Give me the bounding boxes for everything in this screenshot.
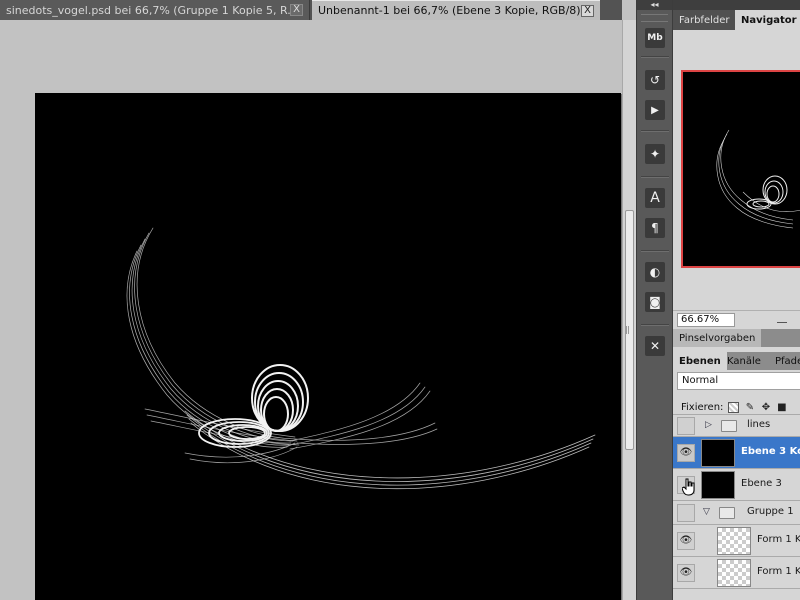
panel-dock-header — [673, 0, 800, 10]
zoom-input[interactable]: 66.67% — [677, 313, 735, 327]
document-tab-bar: sinedots_vogel.psd bei 66,7% (Gruppe 1 K… — [0, 0, 622, 20]
masks-icon[interactable]: ◙ — [645, 292, 665, 312]
tab-ebenen[interactable]: Ebenen — [673, 352, 727, 370]
vertical-scrollbar[interactable] — [622, 20, 636, 600]
layer-row-partial[interactable] — [673, 588, 800, 600]
blend-mode-select[interactable]: Normal — [677, 372, 800, 390]
layer-thumbnail — [717, 558, 751, 587]
layers-panel-tabs: Ebenen Kanäle Pfade — [673, 352, 800, 370]
collapsed-panel-strip: ◂◂ Mb ↺ ▶ ✦ A ¶ ◐ ◙ ✕ — [636, 0, 672, 600]
hand-cursor-icon — [682, 478, 695, 496]
brush-panel-tabs: Pinselvorgaben — [673, 329, 800, 347]
layer-name: Gruppe 1 — [747, 505, 794, 517]
layer-thumbnail — [701, 438, 735, 467]
scrollbar-grip-icon — [626, 326, 629, 334]
adjustments-icon[interactable]: ◐ — [645, 262, 665, 282]
lock-transparency-icon[interactable] — [728, 401, 740, 413]
character-icon[interactable]: A — [645, 188, 665, 208]
folder-icon — [721, 419, 737, 432]
tab-farbfelder[interactable]: Farbfelder — [673, 10, 735, 30]
eye-icon[interactable]: 👁 — [677, 443, 695, 462]
layer-name: lines — [747, 418, 771, 430]
separator — [641, 56, 669, 58]
visibility-toggle-icon[interactable] — [677, 416, 695, 435]
actions-icon[interactable]: ▶ — [645, 100, 665, 120]
separator — [641, 176, 669, 178]
zoom-out-icon[interactable] — [777, 320, 787, 323]
paragraph-icon[interactable]: ¶ — [645, 218, 665, 238]
tab-pinselvorgaben[interactable]: Pinselvorgaben — [673, 329, 762, 347]
layer-row-ebene-3-kopie[interactable]: 👁 Ebene 3 Kopie — [673, 436, 800, 468]
tab-pfade[interactable]: Pfade — [769, 352, 800, 370]
separator — [641, 130, 669, 132]
eye-icon[interactable]: 👁 — [677, 531, 695, 550]
close-tab-icon[interactable]: X — [290, 4, 303, 16]
navigator-preview[interactable] — [681, 70, 800, 268]
lock-all-icon[interactable]: ■ — [776, 402, 787, 413]
lock-position-icon[interactable]: ✥ — [760, 402, 771, 413]
layer-thumbnail — [717, 526, 751, 555]
lock-image-brush-icon[interactable]: ✎ — [744, 402, 755, 413]
navigator-panel-tabs: Farbfelder Navigator — [673, 10, 800, 30]
document-tab-label: Unbenannt-1 bei 66,7% (Ebene 3 Kopie, RG… — [318, 4, 581, 17]
separator — [641, 324, 669, 326]
layer-row-form-1-kopie[interactable]: 👁 Form 1 Kopie — [673, 556, 800, 588]
panel-grip[interactable] — [641, 14, 668, 22]
navigator-artwork — [716, 129, 800, 229]
collapse-panels-button[interactable]: ◂◂ — [637, 0, 672, 10]
collapse-triangle-icon[interactable]: ▽ — [703, 507, 710, 517]
eye-icon[interactable]: 👁 — [677, 563, 695, 582]
layer-row-form-1-kopie[interactable]: 👁 Form 1 Kopie — [673, 524, 800, 556]
artwork — [126, 227, 596, 489]
document-tab-label: sinedots_vogel.psd bei 66,7% (Gruppe 1 K… — [6, 3, 290, 17]
close-tab-icon[interactable]: X — [581, 4, 594, 17]
layer-name: Form 1 Kopie — [757, 533, 800, 545]
layer-name: Ebene 3 — [741, 477, 782, 489]
tab-kanaele[interactable]: Kanäle — [721, 352, 767, 370]
separator — [641, 250, 669, 252]
expand-triangle-icon[interactable]: ▷ — [705, 420, 712, 430]
layer-name: Form 1 Kopie — [757, 565, 800, 577]
workspace — [0, 20, 622, 600]
folder-icon — [719, 506, 735, 519]
lock-label: Fixieren: — [681, 401, 724, 413]
tool-presets-icon[interactable]: ✕ — [645, 336, 665, 356]
visibility-toggle-icon[interactable] — [677, 503, 695, 522]
document-canvas[interactable] — [35, 93, 621, 600]
layer-row-lines[interactable]: ▷ lines — [673, 414, 800, 436]
tab-navigator[interactable]: Navigator — [735, 10, 800, 30]
mini-bridge-icon[interactable]: Mb — [645, 28, 665, 48]
navigator-zoom-row: 66.67% — [673, 310, 800, 328]
clone-source-icon[interactable]: ✦ — [645, 144, 665, 164]
layer-thumbnail — [701, 470, 735, 499]
panels-dock: Farbfelder Navigator 66.67% Pinselvorgab… — [672, 0, 800, 600]
layer-name: Ebene 3 Kopie — [741, 445, 800, 457]
history-icon[interactable]: ↺ — [645, 70, 665, 90]
document-tab-unbenannt[interactable]: Unbenannt-1 bei 66,7% (Ebene 3 Kopie, RG… — [312, 0, 600, 20]
layer-row-gruppe-1[interactable]: ▽ Gruppe 1 — [673, 500, 800, 524]
document-tab-sinedots[interactable]: sinedots_vogel.psd bei 66,7% (Gruppe 1 K… — [0, 0, 310, 20]
